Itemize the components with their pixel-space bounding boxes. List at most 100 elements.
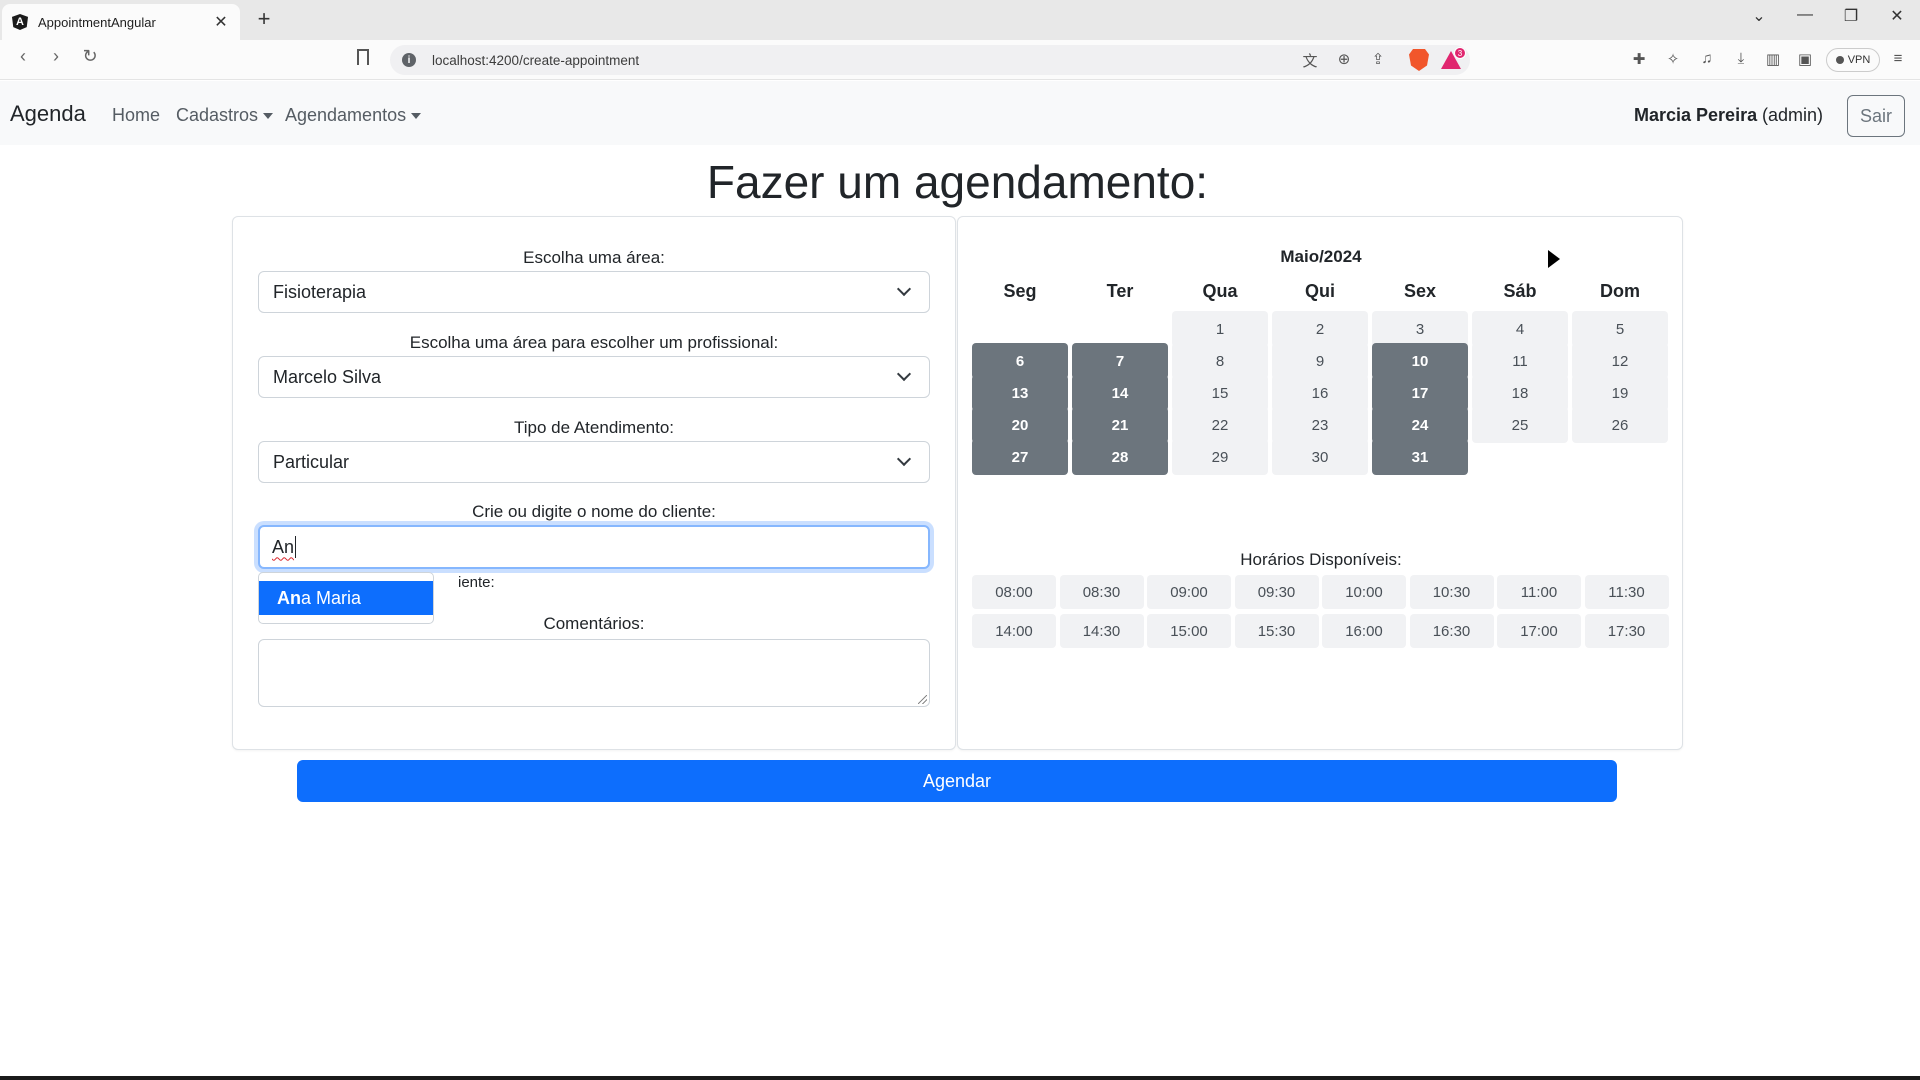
time-slot-1100[interactable]: 11:00 — [1497, 575, 1581, 609]
calendar-day-18[interactable]: 18 — [1472, 375, 1568, 411]
calendar-day-15[interactable]: 15 — [1172, 375, 1268, 411]
rewards-badge: 3 — [1454, 47, 1466, 59]
professional-select[interactable]: Marcelo Silva — [258, 356, 930, 398]
nav-link-home[interactable]: Home — [112, 105, 160, 126]
calendar-card: Maio/2024 Seg Ter Qua Qui Sex Sáb Dom 12345678… — [957, 216, 1683, 750]
time-slot-0930[interactable]: 09:30 — [1234, 575, 1319, 609]
area-select[interactable]: Fisioterapia — [258, 271, 930, 313]
tab-search-chevron-icon[interactable]: ⌄ — [1744, 6, 1774, 26]
menu-icon[interactable]: ≡ — [1887, 50, 1909, 67]
calendar-day-29[interactable]: 29 — [1172, 439, 1268, 475]
logout-button[interactable]: Sair — [1847, 95, 1905, 137]
download-icon[interactable]: ⤓ — [1730, 50, 1752, 67]
extensions-icon[interactable]: ✚ — [1628, 50, 1650, 68]
comments-textarea[interactable] — [258, 639, 930, 707]
calendar-day-20[interactable]: 20 — [972, 407, 1068, 443]
calendar-day-27[interactable]: 27 — [972, 439, 1068, 475]
time-slot-0900[interactable]: 09:00 — [1147, 575, 1231, 609]
wallet-icon[interactable]: ▣ — [1794, 50, 1816, 68]
calendar-day-26[interactable]: 26 — [1572, 407, 1668, 443]
calendar-day-1[interactable]: 1 — [1172, 311, 1268, 347]
calendar-day-17[interactable]: 17 — [1372, 375, 1468, 411]
nav-dropdown-cadastros[interactable]: Cadastros — [176, 105, 274, 126]
time-slot-0830[interactable]: 08:30 — [1059, 575, 1144, 609]
calendar-month-title: Maio/2024 — [1280, 247, 1362, 266]
translate-icon[interactable]: 文 — [1299, 50, 1321, 71]
time-slot-1430[interactable]: 14:30 — [1059, 614, 1144, 648]
calendar-day-31[interactable]: 31 — [1372, 439, 1468, 475]
reload-icon[interactable]: ↻ — [77, 46, 103, 67]
browser-tab[interactable]: A AppointmentAngular ✕ — [2, 4, 240, 40]
share-icon[interactable]: ⇪ — [1367, 50, 1389, 68]
restore-icon[interactable]: ❐ — [1836, 6, 1866, 26]
calendar-day-4[interactable]: 4 — [1472, 311, 1568, 347]
time-slot-1000[interactable]: 10:00 — [1322, 575, 1406, 609]
resize-grip-icon[interactable] — [918, 695, 927, 704]
sidebar-icon[interactable]: ▥ — [1762, 50, 1784, 68]
media-icon[interactable]: ♫ — [1696, 50, 1718, 67]
comments-label: Comentários: — [543, 614, 645, 633]
calendar-day-6[interactable]: 6 — [972, 343, 1068, 379]
back-icon[interactable]: ‹ — [10, 46, 36, 67]
chevron-down-icon — [896, 451, 912, 467]
vpn-button[interactable]: VPN — [1826, 48, 1880, 72]
user-name: Marcia Pereira — [1634, 105, 1758, 125]
next-month-icon[interactable] — [1548, 250, 1560, 268]
calendar-day-11[interactable]: 11 — [1472, 343, 1568, 379]
app-navbar: Agenda Home Cadastros Agendamentos Marci… — [0, 81, 1920, 145]
time-slot-1130[interactable]: 11:30 — [1584, 575, 1669, 609]
window-close-icon[interactable]: ✕ — [1882, 6, 1912, 26]
calendar-day-10[interactable]: 10 — [1372, 343, 1468, 379]
service-type-label: Tipo de Atendimento: — [513, 418, 675, 437]
time-slot-1030[interactable]: 10:30 — [1409, 575, 1494, 609]
calendar-day-12[interactable]: 12 — [1572, 343, 1668, 379]
calendar-day-8[interactable]: 8 — [1172, 343, 1268, 379]
close-tab-icon[interactable]: ✕ — [212, 12, 230, 32]
calendar-day-19[interactable]: 19 — [1572, 375, 1668, 411]
new-tab-icon[interactable]: + — [250, 6, 278, 32]
weekday-6: Dom — [1600, 281, 1640, 301]
weekday-5: Sáb — [1503, 281, 1537, 301]
calendar-day-2[interactable]: 2 — [1272, 311, 1368, 347]
calendar-day-3[interactable]: 3 — [1372, 311, 1468, 347]
navbar-brand[interactable]: Agenda — [10, 101, 86, 127]
area-select-value: Fisioterapia — [273, 281, 367, 302]
calendar-day-21[interactable]: 21 — [1072, 407, 1168, 443]
nav-dropdown-agendamentos[interactable]: Agendamentos — [285, 105, 422, 126]
time-slot-1630[interactable]: 16:30 — [1409, 614, 1494, 648]
autocomplete-option[interactable]: An a Maria — [259, 581, 433, 615]
tab-title: AppointmentAngular — [38, 14, 156, 30]
forward-icon[interactable]: › — [43, 46, 69, 67]
time-slot-1600[interactable]: 16:00 — [1322, 614, 1406, 648]
time-slot-1530[interactable]: 15:30 — [1234, 614, 1319, 648]
service-type-select[interactable]: Particular — [258, 441, 930, 483]
leo-icon[interactable]: ✧ — [1662, 50, 1684, 68]
time-slot-1730[interactable]: 17:30 — [1584, 614, 1669, 648]
calendar-day-7[interactable]: 7 — [1072, 343, 1168, 379]
info-icon[interactable]: i — [402, 53, 416, 67]
calendar-day-25[interactable]: 25 — [1472, 407, 1568, 443]
calendar-day-22[interactable]: 22 — [1172, 407, 1268, 443]
minimize-icon[interactable]: — — [1790, 6, 1820, 24]
time-slot-1700[interactable]: 17:00 — [1497, 614, 1581, 648]
calendar-day-28[interactable]: 28 — [1072, 439, 1168, 475]
calendar-day-24[interactable]: 24 — [1372, 407, 1468, 443]
professional-select-value: Marcelo Silva — [273, 366, 382, 387]
calendar-day-14[interactable]: 14 — [1072, 375, 1168, 411]
zoom-icon[interactable]: ⊕ — [1333, 50, 1355, 68]
calendar-day-5[interactable]: 5 — [1572, 311, 1668, 347]
bookmark-icon[interactable] — [357, 49, 369, 65]
browser-toolbar: ‹ › ↻ i localhost:4200/create-appointmen… — [0, 40, 1920, 80]
client-name-input[interactable]: An — [258, 525, 930, 569]
calendar-day-16[interactable]: 16 — [1272, 375, 1368, 411]
calendar-day-23[interactable]: 23 — [1272, 407, 1368, 443]
calendar-day-13[interactable]: 13 — [972, 375, 1068, 411]
schedule-button[interactable]: Agendar — [297, 760, 1617, 802]
time-slot-1400[interactable]: 14:00 — [972, 614, 1056, 648]
vpn-label: VPN — [1847, 54, 1871, 66]
time-slot-1500[interactable]: 15:00 — [1147, 614, 1231, 648]
time-slot-0800[interactable]: 08:00 — [972, 575, 1056, 609]
autocomplete-rest: a Maria — [301, 587, 362, 608]
calendar-day-9[interactable]: 9 — [1272, 343, 1368, 379]
calendar-day-30[interactable]: 30 — [1272, 439, 1368, 475]
